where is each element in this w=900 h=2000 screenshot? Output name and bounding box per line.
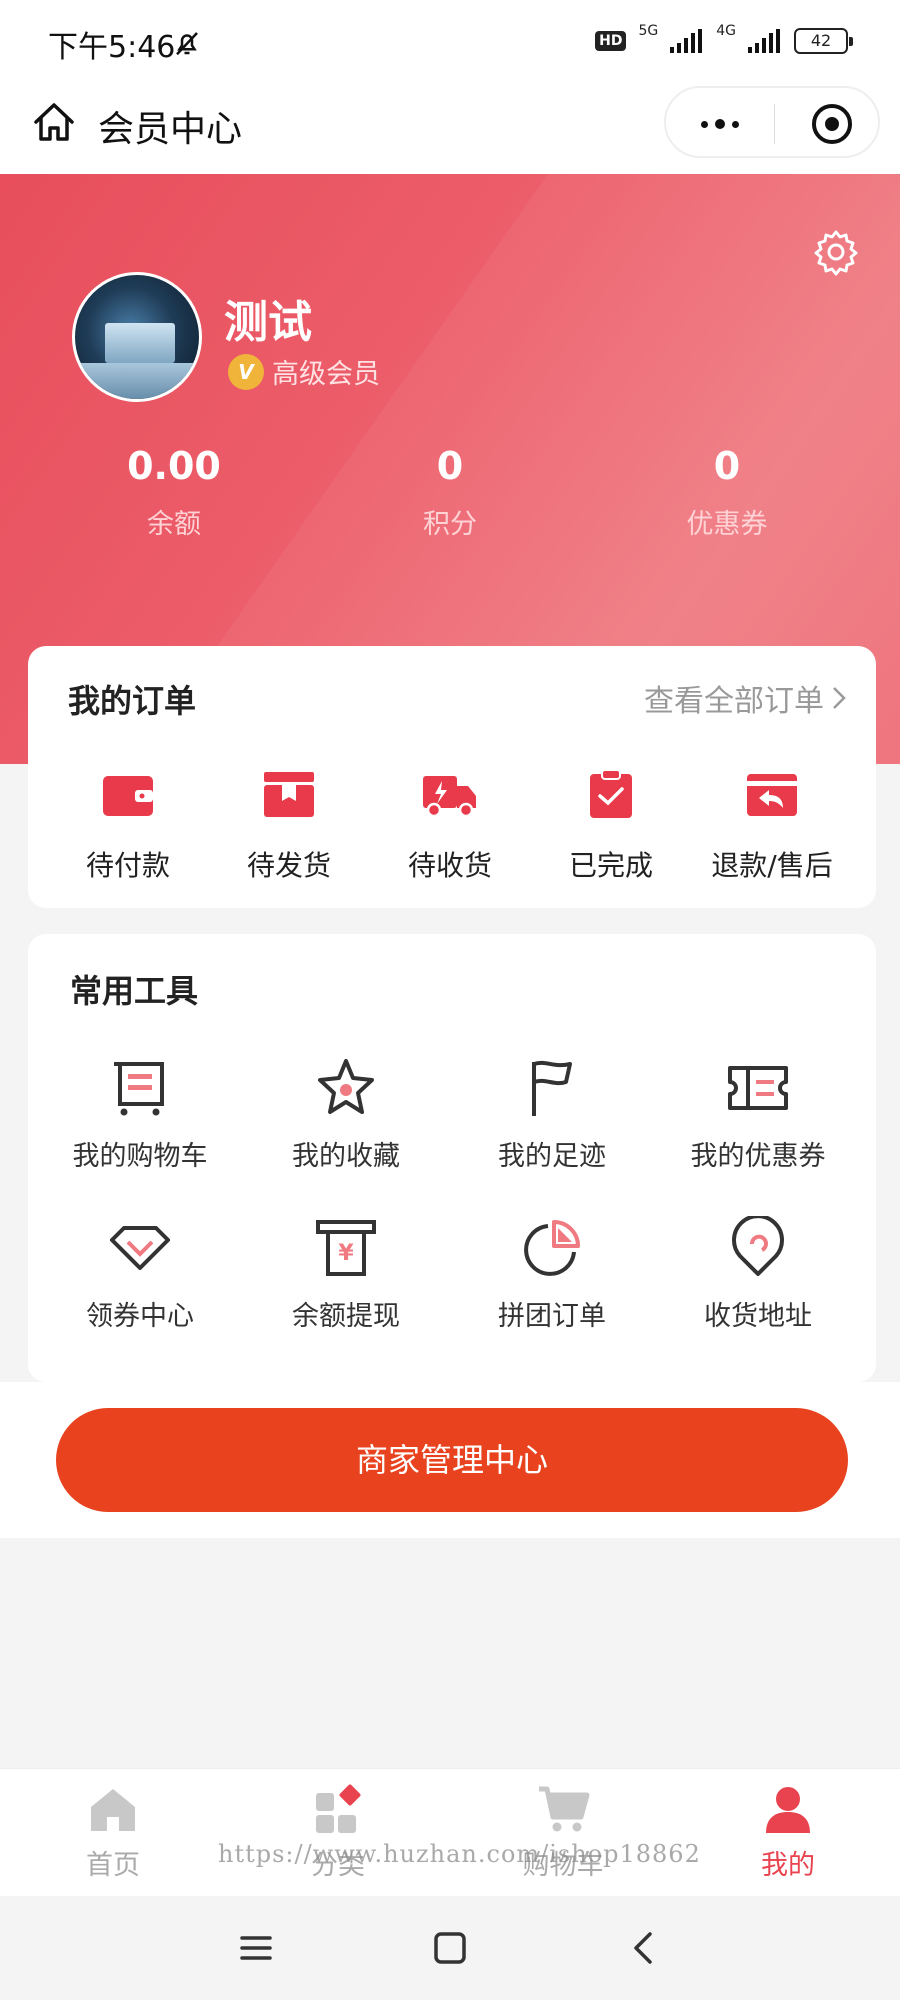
stat-value: 0 bbox=[436, 444, 464, 488]
tool-label: 我的足迹 bbox=[498, 1141, 606, 1172]
wallet-icon bbox=[103, 776, 153, 816]
merchant-center-button[interactable]: 商家管理中心 bbox=[56, 1408, 848, 1512]
nav-bar: 会员中心 bbox=[0, 84, 900, 174]
stat-label: 余额 bbox=[147, 509, 201, 540]
avatar[interactable] bbox=[72, 272, 202, 402]
tab-home[interactable]: 首页 bbox=[33, 1781, 193, 1882]
withdraw-icon: ¥ bbox=[316, 1220, 376, 1276]
stat-points[interactable]: 0 积分 bbox=[330, 444, 570, 541]
tab-label: 首页 bbox=[86, 1850, 140, 1881]
tool-label: 我的收藏 bbox=[292, 1141, 400, 1172]
star-icon bbox=[318, 1059, 374, 1114]
tool-footprints[interactable]: 我的足迹 bbox=[452, 1056, 652, 1173]
status-time: 下午5:46 bbox=[48, 30, 176, 65]
orders-title: 我的订单 bbox=[68, 682, 197, 720]
stat-label: 优惠券 bbox=[686, 509, 768, 540]
user-name: 测试 bbox=[224, 297, 312, 348]
order-to-ship[interactable]: 待发货 bbox=[209, 768, 369, 884]
stat-value: 0 bbox=[713, 444, 741, 488]
flag-icon bbox=[532, 1060, 572, 1116]
tool-label: 拼团订单 bbox=[498, 1301, 606, 1332]
tool-label: 我的购物车 bbox=[72, 1141, 208, 1172]
battery-indicator: 42 bbox=[794, 28, 853, 54]
mini-program-capsule bbox=[664, 86, 880, 158]
avatar-ground bbox=[75, 363, 199, 399]
location-icon bbox=[732, 1216, 784, 1276]
tab-label: 我的 bbox=[761, 1850, 815, 1881]
tool-coupon-center[interactable]: 领券中心 bbox=[40, 1216, 240, 1333]
mute-bell-icon bbox=[176, 32, 198, 56]
truck-icon bbox=[423, 776, 476, 818]
order-pending-payment[interactable]: 待付款 bbox=[48, 768, 208, 884]
home-square-icon[interactable] bbox=[428, 1926, 472, 1970]
tool-label: 余额提现 bbox=[292, 1301, 400, 1332]
tools-title: 常用工具 bbox=[70, 972, 199, 1010]
order-label: 已完成 bbox=[568, 849, 653, 882]
network-5g-label: 5G bbox=[638, 23, 659, 39]
hd-badge: HD bbox=[595, 31, 627, 51]
stat-coupons[interactable]: 0 优惠券 bbox=[607, 444, 847, 541]
menu-icon[interactable] bbox=[234, 1926, 278, 1970]
order-to-receive[interactable]: 待收货 bbox=[370, 768, 530, 884]
tool-coupons[interactable]: 我的优惠券 bbox=[658, 1056, 858, 1173]
stat-balance[interactable]: 0.00 余额 bbox=[54, 444, 294, 541]
tool-address[interactable]: 收货地址 bbox=[658, 1216, 858, 1333]
capsule-divider bbox=[774, 104, 775, 144]
network-4g-label: 4G bbox=[716, 23, 736, 39]
tools-card: 常用工具 我的购物车 我的收藏 我的足迹 我的优惠券 领券中心 ¥ 余额提现 拼… bbox=[28, 934, 876, 1382]
refund-icon bbox=[747, 774, 797, 816]
tool-group-orders[interactable]: 拼团订单 bbox=[452, 1216, 652, 1333]
pie-icon bbox=[524, 1220, 580, 1276]
cart-icon bbox=[114, 1062, 164, 1116]
cart-icon bbox=[539, 1786, 590, 1832]
more-icon[interactable] bbox=[690, 106, 750, 142]
order-label: 待收货 bbox=[407, 849, 492, 882]
member-badge: V 高级会员 bbox=[228, 352, 380, 391]
home-icon bbox=[91, 1789, 135, 1831]
vip-icon: V bbox=[228, 353, 264, 390]
stat-label: 积分 bbox=[423, 509, 477, 540]
watermark-text: https://www.huzhan.com/ishop18862 bbox=[218, 1840, 701, 1868]
bottom-tab-bar: 首页 分类 购物车 我的 bbox=[0, 1768, 900, 1896]
box-icon bbox=[264, 772, 314, 817]
status-indicators: HD 5G 4G 42 bbox=[595, 23, 853, 54]
order-label: 退款/售后 bbox=[711, 849, 833, 882]
svg-text:¥: ¥ bbox=[338, 1241, 354, 1266]
tool-withdraw[interactable]: ¥ 余额提现 bbox=[246, 1216, 446, 1333]
tool-cart[interactable]: 我的购物车 bbox=[40, 1056, 240, 1173]
home-icon[interactable] bbox=[30, 98, 78, 146]
order-label: 待发货 bbox=[246, 849, 331, 882]
orders-card: 我的订单 查看全部订单 待付款 待发货 待收货 已完成 退款/售后 bbox=[28, 646, 876, 908]
system-nav-bar bbox=[0, 1896, 900, 2000]
order-refund[interactable]: 退款/售后 bbox=[692, 768, 852, 884]
back-icon[interactable] bbox=[622, 1926, 666, 1970]
stat-value: 0.00 bbox=[127, 444, 221, 488]
diamond-icon bbox=[110, 1226, 170, 1270]
view-all-orders-link[interactable]: 查看全部订单 bbox=[644, 676, 848, 720]
member-level: 高级会员 bbox=[272, 359, 380, 390]
tab-mine[interactable]: 我的 bbox=[708, 1781, 868, 1882]
tool-label: 我的优惠券 bbox=[690, 1141, 826, 1172]
tool-favorites[interactable]: 我的收藏 bbox=[246, 1056, 446, 1173]
ticket-icon bbox=[728, 1066, 788, 1110]
view-all-label: 查看全部订单 bbox=[644, 684, 824, 719]
order-completed[interactable]: 已完成 bbox=[531, 768, 691, 884]
gear-icon[interactable] bbox=[812, 228, 860, 276]
page-title: 会员中心 bbox=[98, 109, 243, 150]
category-icon bbox=[316, 1784, 361, 1833]
tool-label: 领券中心 bbox=[86, 1301, 194, 1332]
signal-icon bbox=[670, 29, 703, 53]
status-bar: 下午5:46 HD 5G 4G 42 bbox=[0, 0, 900, 84]
clipboard-check-icon bbox=[590, 769, 632, 818]
tool-label: 收货地址 bbox=[704, 1301, 812, 1332]
order-label: 待付款 bbox=[85, 849, 170, 882]
avatar-building bbox=[105, 323, 175, 363]
signal-icon-2 bbox=[748, 29, 780, 53]
close-target-icon[interactable] bbox=[812, 104, 852, 144]
chevron-right-icon bbox=[833, 687, 846, 709]
user-icon bbox=[766, 1787, 810, 1833]
